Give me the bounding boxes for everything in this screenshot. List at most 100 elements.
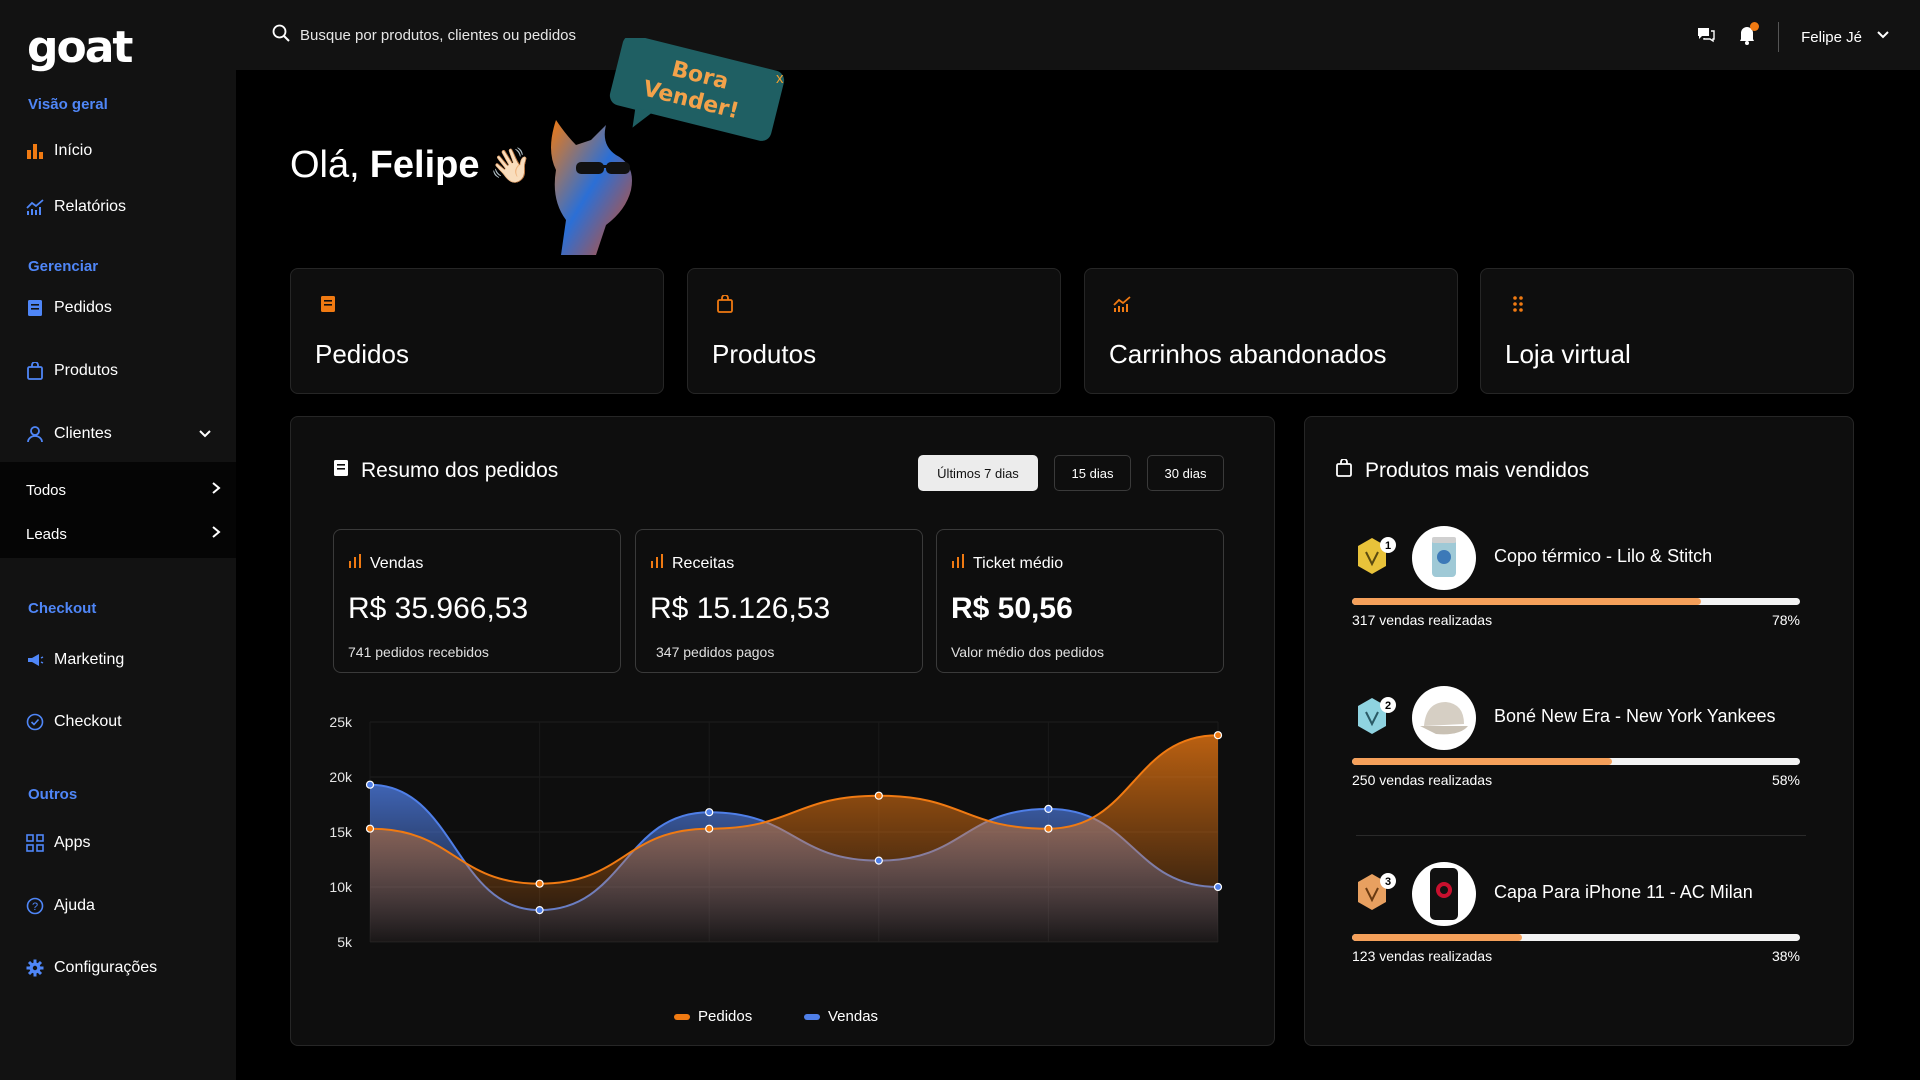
y-tick-label: 15k <box>329 824 353 840</box>
shortcut-card-produtos[interactable]: Produtos <box>687 268 1061 394</box>
sidebar-item-inicio[interactable]: Início <box>26 138 226 164</box>
legend-item-vendas: Vendas <box>804 1008 878 1025</box>
chart-areas <box>369 734 1219 942</box>
data-point-vendas[interactable] <box>874 856 883 865</box>
chevron-down-icon[interactable] <box>198 427 212 446</box>
check-circle-icon <box>26 713 44 731</box>
sidebar-item-ajuda[interactable]: ? Ajuda <box>26 893 226 919</box>
user-name: Felipe Jé <box>1801 28 1862 46</box>
data-point-vendas[interactable] <box>535 906 544 915</box>
shortcut-card-loja[interactable]: Loja virtual <box>1480 268 1854 394</box>
stat-card-vendas: Vendas R$ 35.966,53 741 pedidos recebido… <box>333 529 621 673</box>
shortcut-card-pedidos[interactable]: Pedidos <box>290 268 664 394</box>
bar-chart-icon <box>650 554 664 573</box>
stat-sub: Valor médio dos pedidos <box>951 644 1105 660</box>
stat-label-text: Ticket médio <box>973 554 1064 572</box>
chevron-right-icon <box>210 525 222 543</box>
promo-bubble[interactable]: Bora Vender! <box>602 35 792 153</box>
receipt-icon <box>26 299 44 317</box>
promo-close-button[interactable]: x <box>776 70 784 87</box>
series-area-pedidos <box>370 735 1218 942</box>
bell-icon[interactable] <box>1738 22 1760 49</box>
sidebar-item-marketing[interactable]: Marketing <box>26 647 226 673</box>
data-point-pedidos[interactable] <box>1044 824 1053 833</box>
stat-value: R$ 15.126,53 <box>650 592 831 625</box>
stat-label: Receitas <box>650 554 734 573</box>
data-point-pedidos[interactable] <box>1213 731 1223 740</box>
data-point-vendas[interactable] <box>365 780 375 789</box>
user-menu[interactable]: Felipe Jé <box>1801 28 1890 46</box>
sidebar-item-configuracoes[interactable]: Configurações <box>26 955 226 981</box>
stat-value: R$ 35.966,53 <box>348 592 529 625</box>
chat-icon[interactable] <box>1696 26 1716 48</box>
medal-rank: 3 <box>1385 876 1391 888</box>
shopping-bag-icon <box>716 294 734 318</box>
data-point-vendas[interactable] <box>705 808 714 817</box>
sidebar-item-relatorios[interactable]: Relatórios <box>26 194 226 220</box>
subitem-label: Leads <box>26 525 67 543</box>
data-point-vendas[interactable] <box>1213 882 1223 892</box>
product-sales-percent: 58% <box>1771 772 1800 788</box>
divider <box>1778 22 1780 52</box>
x-tick-label: Jun <box>1195 949 1218 950</box>
y-tick-label: 10k <box>329 879 353 895</box>
chevron-down-icon <box>1876 28 1890 46</box>
legend-item-pedidos: Pedidos <box>674 1008 752 1025</box>
product-sales-count: 250 vendas realizadas <box>1352 772 1493 788</box>
chart-y-axis: 25k 20k 15k 10k 5k <box>329 714 353 950</box>
product-sales-percent: 38% <box>1771 948 1800 964</box>
shopping-bag-icon <box>26 362 44 380</box>
y-tick-label: 20k <box>329 769 353 785</box>
medal-rank: 1 <box>1385 540 1391 552</box>
logo[interactable]: goat <box>27 22 133 73</box>
sidebar-item-apps[interactable]: Apps <box>26 830 226 856</box>
sidebar-item-label: Relatórios <box>54 198 127 215</box>
x-tick-label: Jan <box>373 949 396 950</box>
dots-grid-icon <box>1509 295 1527 318</box>
x-tick-label: May <box>1035 949 1061 950</box>
topbar: Busque por produtos, clientes ou pedidos… <box>236 0 1920 70</box>
bar-chart-icon <box>951 554 965 573</box>
data-point-pedidos[interactable] <box>874 791 883 800</box>
product-name: Copo térmico - Lilo & Stitch <box>1494 546 1713 566</box>
range-30-days-button[interactable]: 30 dias <box>1147 455 1224 491</box>
sidebar-item-produtos[interactable]: Produtos <box>26 358 226 384</box>
data-point-pedidos[interactable] <box>705 824 714 833</box>
data-point-pedidos[interactable] <box>365 824 375 833</box>
chevron-right-icon <box>210 481 222 499</box>
gear-icon <box>26 959 44 977</box>
stat-label: Ticket médio <box>951 554 1063 573</box>
sidebar-item-pedidos[interactable]: Pedidos <box>26 295 226 321</box>
sidebar-item-clientes[interactable]: Clientes <box>26 421 226 447</box>
sidebar-item-checkout[interactable]: Checkout <box>26 709 226 735</box>
panel-title: Produtos mais vendidos <box>1335 458 1589 483</box>
y-tick-label: 5k <box>337 934 353 950</box>
sidebar-item-label: Configurações <box>54 959 158 976</box>
medal-icon: 3 <box>1352 862 1398 923</box>
medal-icon: 2 <box>1352 686 1398 747</box>
divider <box>1356 835 1806 836</box>
shortcut-card-carrinhos[interactable]: Carrinhos abandonados <box>1084 268 1458 394</box>
grid-icon <box>26 834 44 852</box>
analytics-icon <box>26 198 44 216</box>
sidebar-subitem-leads[interactable]: Leads <box>26 520 222 548</box>
progress-fill <box>1352 758 1612 765</box>
stat-label: Vendas <box>348 554 423 573</box>
sidebar: goat Visão geral Início Relatórios Geren… <box>0 0 236 1080</box>
sidebar-subitem-todos[interactable]: Todos <box>26 476 222 504</box>
product-name: Capa Para iPhone 11 - AC Milan <box>1494 882 1753 902</box>
help-icon: ? <box>26 897 44 915</box>
sidebar-item-label: Checkout <box>54 713 122 730</box>
sidebar-item-label: Pedidos <box>54 299 112 316</box>
bar-chart-icon <box>348 554 362 573</box>
chart-x-axis: Jan Feb Mar Apr May Jun <box>373 949 1218 950</box>
product-progress-bar <box>1352 758 1800 765</box>
range-15-days-button[interactable]: 15 dias <box>1054 455 1131 491</box>
x-tick-label: Mar <box>697 949 721 950</box>
range-7-days-button[interactable]: Últimos 7 dias <box>918 455 1038 491</box>
sidebar-item-label: Produtos <box>54 362 119 379</box>
clientes-submenu: Todos Leads <box>0 462 236 558</box>
data-point-vendas[interactable] <box>1044 804 1053 814</box>
data-point-pedidos[interactable] <box>535 879 544 888</box>
x-tick-label: Feb <box>528 949 552 950</box>
